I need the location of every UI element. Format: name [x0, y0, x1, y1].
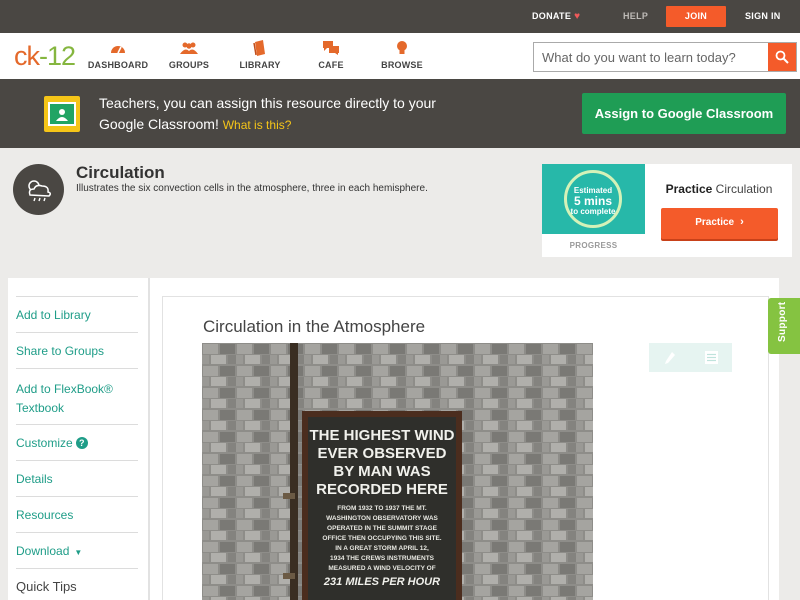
- article-card: Circulation in the Atmosphere THE HIGHES…: [162, 296, 769, 600]
- sign-in-link[interactable]: SIGN IN: [745, 0, 781, 33]
- donate-label: DONATE: [532, 11, 572, 21]
- notes-tool[interactable]: [691, 343, 733, 372]
- sidebar-download[interactable]: Download ▼: [16, 532, 138, 568]
- cafe-chat-icon: [291, 39, 371, 56]
- search-button[interactable]: [768, 43, 796, 71]
- practice-title-topic: Circulation: [715, 182, 773, 196]
- google-classroom-icon: [44, 96, 80, 132]
- mount-washington-sign-photo: THE HIGHEST WIND EVER OBSERVED BY MAN WA…: [202, 343, 593, 600]
- weather-cloud-icon: [13, 164, 64, 215]
- sidebar-item-label: Add to FlexBook® Textbook: [16, 382, 113, 415]
- top-utility-bar: DONATE ♥ HELP JOIN SIGN IN: [0, 0, 800, 33]
- estimated-minutes: 5 mins: [573, 194, 612, 208]
- search-input[interactable]: [534, 43, 768, 71]
- notes-icon: [704, 351, 718, 364]
- help-link[interactable]: HELP: [623, 0, 648, 33]
- sidebar-item-label: Add to Library: [16, 308, 91, 322]
- nav-dashboard[interactable]: DASHBOARD: [78, 39, 158, 70]
- logo-part-12: -12: [39, 41, 76, 71]
- sign-small-line: FROM 1932 TO 1937 THE MT.: [337, 505, 427, 512]
- chevron-right-icon: ›: [740, 216, 744, 228]
- sidebar-item-label: Resources: [16, 508, 74, 522]
- estimated-time-badge: Estimated 5 mins to complete: [542, 164, 645, 234]
- annotation-tools: [649, 343, 732, 372]
- library-icon: [220, 39, 300, 56]
- article-title: Circulation in the Atmosphere: [203, 317, 426, 336]
- sign-line: EVER OBSERVED: [317, 445, 447, 462]
- sidebar-item-label: Details: [16, 472, 53, 486]
- logo-part-ck: ck: [14, 41, 40, 71]
- ck12-logo[interactable]: ck-12: [14, 41, 76, 71]
- support-label: Support: [777, 301, 788, 342]
- practice-button[interactable]: Practice ›: [661, 208, 778, 239]
- sign-line: THE HIGHEST WIND: [309, 427, 455, 444]
- sidebar-details[interactable]: Details: [16, 460, 138, 496]
- help-question-icon[interactable]: ?: [75, 437, 88, 449]
- nav-cafe[interactable]: CAFE: [291, 39, 371, 70]
- join-button[interactable]: JOIN: [666, 6, 726, 27]
- sidebar-item-label: Quick Tips: [16, 579, 77, 594]
- nav-cafe-label: CAFE: [318, 60, 344, 70]
- nav-library[interactable]: LIBRARY: [220, 39, 300, 70]
- sign-body: FROM 1932 TO 1937 THE MT. WASHINGTON OBS…: [308, 504, 456, 574]
- highlight-tool[interactable]: [649, 343, 691, 372]
- concept-title: Circulation: [76, 163, 165, 182]
- sign-small-line: 1934 THE CREWS INSTRUMENTS: [329, 555, 435, 562]
- search-icon: [775, 50, 789, 64]
- nav-browse-label: BROWSE: [381, 60, 423, 70]
- estimated-time-circle: Estimated 5 mins to complete: [564, 170, 622, 228]
- sign-line: BY MAN WAS: [333, 463, 431, 480]
- search-box: [533, 42, 797, 72]
- main-nav: ck-12 DASHBOARD GROUPS LIBRARY CAFE BROW…: [0, 33, 800, 79]
- dashboard-icon: [78, 39, 158, 56]
- nav-dashboard-label: DASHBOARD: [87, 60, 149, 70]
- sign-small-line: OFFICE THEN OCCUPYING THIS SITE.: [322, 535, 442, 542]
- pencil-icon: [664, 351, 675, 364]
- sign-small-line: OPERATED IN THE SUMMIT STAGE: [327, 525, 437, 532]
- sidebar-item-label: Customize: [16, 436, 73, 450]
- sign-small-line: IN A GREAT STORM APRIL 12,: [335, 545, 429, 552]
- assign-to-google-classroom-button[interactable]: Assign to Google Classroom: [582, 93, 786, 134]
- groups-icon: [149, 39, 229, 56]
- sidebar-customize[interactable]: Customize?: [16, 424, 138, 460]
- support-tab[interactable]: Support: [768, 298, 800, 354]
- sidebar-share-to-groups[interactable]: Share to Groups: [16, 332, 138, 368]
- sidebar-item-label: Download: [16, 544, 70, 558]
- content-panel: Add to Library Share to Groups Add to Fl…: [8, 278, 779, 600]
- practice-card: Estimated 5 mins to complete PROGRESS Pr…: [542, 164, 792, 257]
- practice-title: Practice Circulation: [659, 182, 779, 196]
- lightbulb-icon: [362, 39, 442, 56]
- caret-down-icon: ▼: [74, 548, 83, 557]
- concept-description: Illustrates the six convection cells in …: [76, 183, 428, 194]
- sidebar-add-to-library[interactable]: Add to Library: [16, 296, 138, 332]
- sidebar-add-to-flexbook[interactable]: Add to FlexBook® Textbook: [16, 368, 138, 424]
- sidebar-resources[interactable]: Resources: [16, 496, 138, 532]
- sign-headline: THE HIGHEST WIND EVER OBSERVED BY MAN WA…: [308, 427, 456, 499]
- what-is-this-link[interactable]: What is this?: [223, 118, 292, 132]
- google-classroom-banner: Teachers, you can assign this resource d…: [0, 79, 800, 148]
- donate-link[interactable]: DONATE ♥: [532, 0, 580, 33]
- nav-browse[interactable]: BROWSE: [362, 39, 442, 70]
- to-complete-label: to complete: [570, 207, 616, 216]
- nav-groups-label: GROUPS: [168, 60, 210, 70]
- resource-sidebar: Add to Library Share to Groups Add to Fl…: [8, 278, 150, 600]
- sign-small-line: MEASURED A WIND VELOCITY OF: [328, 565, 436, 572]
- sidebar-item-label: Share to Groups: [16, 344, 105, 358]
- nav-groups[interactable]: GROUPS: [149, 39, 229, 70]
- heart-icon: ♥: [574, 11, 581, 22]
- progress-label: PROGRESS: [569, 241, 618, 250]
- sign-line: RECORDED HERE: [316, 481, 448, 498]
- sign-wind-speed: 231 MILES PER HOUR: [323, 576, 441, 588]
- practice-button-label: Practice: [695, 217, 735, 228]
- sign-small-line: WASHINGTON OBSERVATORY WAS: [326, 515, 438, 522]
- nav-library-label: LIBRARY: [239, 60, 281, 70]
- classroom-message: Teachers, you can assign this resource d…: [99, 93, 479, 136]
- practice-title-bold: Practice: [665, 182, 713, 196]
- sidebar-quick-tips[interactable]: Quick Tips: [16, 568, 138, 600]
